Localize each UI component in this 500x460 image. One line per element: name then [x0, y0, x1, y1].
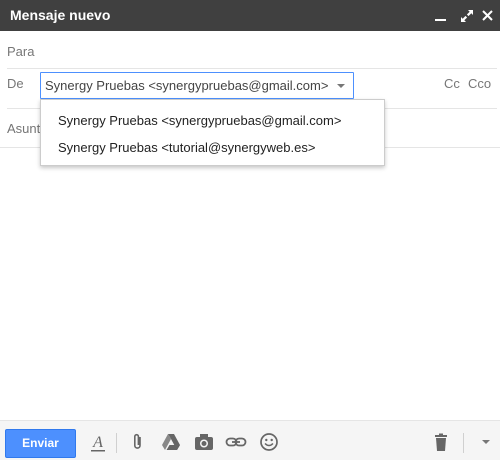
from-dropdown-menu: Synergy Pruebas <synergypruebas@gmail.co…: [40, 99, 385, 166]
cc-link[interactable]: Cc: [444, 76, 460, 91]
from-option[interactable]: Synergy Pruebas <tutorial@synergyweb.es>: [41, 134, 384, 160]
close-icon[interactable]: [478, 0, 498, 31]
compose-title-bar: Mensaje nuevo: [0, 0, 500, 31]
chevron-down-icon: [337, 84, 345, 88]
to-label: Para: [7, 44, 35, 59]
attach-icon[interactable]: [127, 431, 149, 453]
toolbar-separator: [116, 433, 117, 453]
compose-toolbar: Enviar A: [0, 420, 500, 460]
from-option-label: Synergy Pruebas <tutorial@synergyweb.es>: [58, 140, 316, 155]
from-label: De: [7, 76, 24, 91]
more-options-icon[interactable]: [482, 440, 490, 444]
format-text-icon[interactable]: A: [87, 431, 109, 453]
toolbar-separator: [463, 433, 464, 453]
emoji-icon[interactable]: [258, 431, 280, 453]
drive-icon[interactable]: [160, 431, 182, 453]
minimize-icon[interactable]: [431, 0, 451, 31]
trash-icon[interactable]: [430, 431, 452, 453]
compose-title: Mensaje nuevo: [10, 7, 111, 23]
to-row[interactable]: Para: [0, 31, 500, 69]
svg-text:A: A: [92, 434, 103, 451]
from-select-value: Synergy Pruebas <synergypruebas@gmail.co…: [45, 78, 329, 93]
link-icon[interactable]: [225, 431, 247, 453]
message-body[interactable]: [0, 149, 500, 419]
bcc-link[interactable]: Cco: [468, 76, 491, 91]
expand-icon[interactable]: [457, 0, 477, 31]
from-option-label: Synergy Pruebas <synergypruebas@gmail.co…: [58, 113, 342, 128]
from-select[interactable]: Synergy Pruebas <synergypruebas@gmail.co…: [40, 72, 354, 99]
from-option[interactable]: Synergy Pruebas <synergypruebas@gmail.co…: [41, 107, 384, 133]
send-button[interactable]: Enviar: [5, 429, 76, 458]
photo-icon[interactable]: [193, 431, 215, 453]
